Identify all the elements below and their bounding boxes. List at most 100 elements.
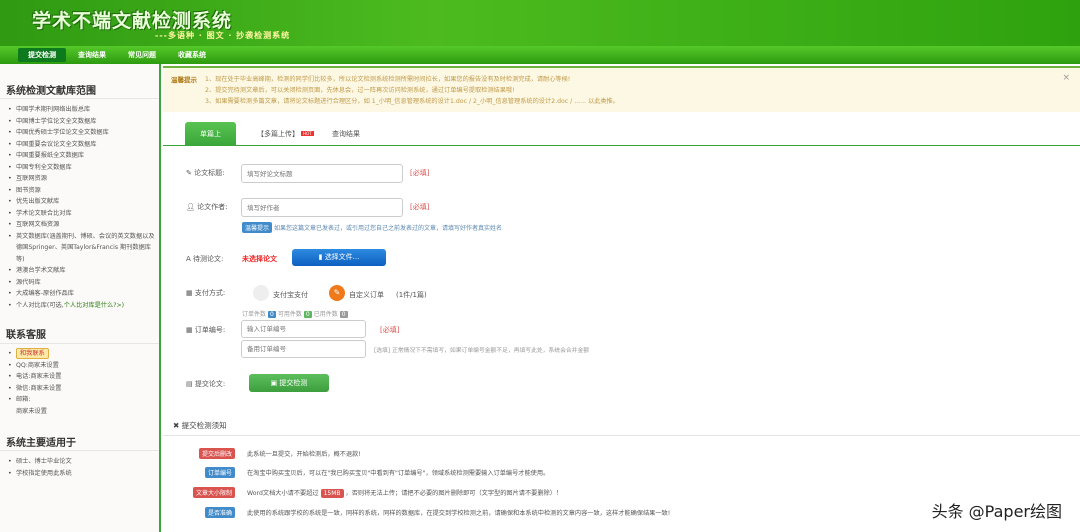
author-input[interactable] — [241, 198, 403, 217]
alipay-radio[interactable] — [253, 285, 269, 301]
author-label-text: 论文作者: — [197, 203, 228, 211]
nav-submit[interactable]: 提交检测 — [18, 48, 66, 62]
email-text: 商家未设置 — [16, 407, 47, 415]
scope-item: 中国专利全文数据库 — [8, 162, 158, 174]
nav-faq[interactable]: 常见问题 — [128, 50, 156, 60]
choose-file-label: 选择文件... — [324, 253, 360, 261]
notice-text: 此使用的系统跟学校的系统是一致，同样的系统，同样的数据库，在提交到学校检测之前，… — [247, 510, 671, 517]
required-tag: [必填] — [410, 169, 430, 177]
scope-item: 中国重要报纸全文数据库 — [8, 150, 158, 162]
alert-line: 2、提交完待测文章后，可以关闭检测页面，先休息会，过一阵再次访问检测系统，通过订… — [205, 87, 515, 94]
scope-item: 中国优秀硕士学位论文全文数据库 — [8, 127, 158, 139]
site-slogan: ---多语种 · 图文 · 抄袭检测系统 — [155, 31, 291, 40]
notice-header: ✖ 提交检测须知 — [163, 414, 1080, 436]
notice-alert: 温馨提示 1、现在处于毕业高峰期，检测的同学们比较多，所以论文检测系统检测所需时… — [163, 66, 1080, 112]
scope-item: 互联网资源 — [8, 173, 158, 185]
grid-icon: ▦ — [186, 289, 195, 297]
scope-item: 中国重要会议论文全文数据库 — [8, 139, 158, 151]
alert-title: 温馨提示 — [171, 76, 197, 84]
notice-badge: 是否准确 — [204, 507, 235, 518]
order-label-text: 订单编号: — [194, 326, 226, 334]
hot-badge: HOT — [301, 131, 314, 136]
watermark: 头条 @Paper绘图 — [931, 502, 1062, 521]
choose-file-button[interactable]: ▮ 选择文件... — [292, 249, 386, 266]
tab-single-upload[interactable]: 单篇上传 — [185, 122, 236, 162]
scope-title: 系统检测文献库范围 — [6, 86, 96, 97]
size-limit-badge: 15MB — [320, 489, 344, 498]
scope-item: 源代码库 — [8, 277, 158, 289]
backup-order-note: [选填] 正常情况下不需填写，如果订单编号金额不足，再填写此处，系统会合并金额 — [374, 348, 590, 354]
scope-item: 中国博士学位论文全文数据库 — [8, 116, 158, 128]
order-counts: 订单件数 0 可用件数 0 已用件数 0 — [242, 309, 350, 318]
submit-check-label: 提交检测 — [279, 379, 308, 387]
nav-bookmark[interactable]: 收藏系统 — [178, 50, 206, 60]
custom-order-radio[interactable]: ✎ — [329, 285, 345, 301]
sidebar: 系统检测文献库范围 中国学术期刊网络出版总库中国博士学位论文全文数据库中国优秀硕… — [0, 64, 161, 532]
file-status: 未选择论文 — [242, 255, 277, 263]
file-label-text: 待测论文: — [193, 255, 224, 263]
hint-text: 如果您这篇文章已发表过，或引用过您自己之前发表过的文章，请填写好作者真实姓名 — [273, 225, 502, 232]
alert-line: 1、现在处于毕业高峰期，检测的同学们比较多，所以论文检测系统检测所需时间拉长，如… — [205, 76, 571, 83]
usage-list: 硕士、博士毕业论文 学校指定使用此系统 — [8, 456, 72, 479]
contact-title: 联系客服 — [6, 330, 46, 341]
notice-badge: 订单编号 — [204, 467, 235, 478]
title-icon: ✎ — [186, 169, 195, 177]
submit-label: ▤ 提交论文: — [186, 379, 225, 389]
count-used-label: 已用件数 — [313, 311, 338, 318]
divider — [0, 98, 159, 99]
scope-item: 大成编客-原创作品库 — [8, 288, 158, 300]
notice-text: Word文档大小请不要超过 15MB ，否则将无法上传；请把不必要的图片删除即可（文… — [247, 488, 562, 498]
scope-item: 学术论文联合比对库 — [8, 208, 158, 220]
upload-tabs: 单篇上传 【多篇上传】 HOT 查询结果 — [163, 120, 1080, 162]
notice-text-part: Word文档大小请不要超过 — [247, 490, 319, 497]
contact-item: 微信:商家未设置 — [8, 383, 61, 395]
contact-item: 邮箱: — [8, 394, 61, 406]
count-avail-value: 0 — [303, 311, 312, 318]
scope-item: 图书资源 — [8, 185, 158, 197]
email-value: 商家未设置 — [8, 406, 61, 418]
order-label: ▦ 订单编号: — [186, 325, 225, 335]
count-used-value: 0 — [339, 311, 348, 318]
usage-title: 系统主要适用于 — [6, 438, 76, 449]
tab-multi-upload[interactable]: 【多篇上传】 HOT — [245, 122, 326, 146]
required-tag: [必填] — [380, 326, 400, 334]
divider — [0, 343, 159, 344]
notice-badge: 提交后删改 — [198, 448, 235, 459]
notice-text: 此系统一旦提交，开始检测后，概不退款! — [247, 451, 361, 458]
notice-text: 在淘宝中购买宝贝后，可以在"我已购买宝贝"中看到有"订单编号"，领域系统检测需要… — [247, 470, 550, 477]
usage-item: 硕士、博士毕业论文 — [8, 456, 72, 468]
author-label: 👤︎ 论文作者: — [186, 202, 227, 212]
notice-badge: 文章大小限制 — [192, 487, 235, 498]
notice-title-text: 提交检测须知 — [181, 421, 227, 430]
list-icon: ▤ — [186, 380, 195, 388]
header: 学术不端文献检测系统 ---多语种 · 图文 · 抄袭检测系统 — [0, 0, 1080, 46]
file-label: A 待测论文: — [186, 254, 223, 264]
title-label-text: 论文标题: — [194, 169, 225, 177]
close-icon[interactable]: × — [1062, 73, 1070, 83]
scope-item-personal: 个人对比库(可选,个人比对库是什么?>) — [8, 300, 158, 312]
usage-item: 学校指定使用此系统 — [8, 468, 72, 480]
tab-query-result[interactable]: 查询结果 — [320, 122, 372, 146]
alert-line: 3、如果需要检测多篇文章，请将论文标题进行合理区分，如 1_小明_信息管理系统的… — [205, 98, 619, 105]
scope-item: 中国学术期刊网络出版总库 — [8, 104, 158, 116]
nav-query[interactable]: 查询结果 — [78, 50, 106, 60]
author-hint: 温馨提示 如果您这篇文章已发表过，或引用过您自己之前发表过的文章，请填写好作者真… — [242, 222, 502, 233]
order-number-input[interactable] — [241, 320, 366, 338]
backup-order-input[interactable] — [241, 340, 366, 358]
notice-row: 提交后删改 此系统一旦提交，开始检测后，概不退款! — [163, 448, 1080, 462]
personal-library-link[interactable]: 个人比对库是什么?>) — [64, 302, 124, 309]
contact-item: QQ:商家未设置 — [8, 360, 61, 372]
qq-contact-button[interactable]: 和我联系 — [16, 348, 49, 359]
scope-list: 中国学术期刊网络出版总库中国博士学位论文全文数据库中国优秀硕士学位论文全文数据库… — [8, 104, 158, 311]
custom-order-label: 自定义订单 — [349, 291, 384, 299]
tab-multi-label: 【多篇上传】 — [257, 130, 299, 138]
personal-text: 个人对比库(可选, — [16, 301, 64, 309]
title-input[interactable] — [241, 164, 403, 183]
count-avail-label: 可用件数 — [277, 311, 302, 318]
grid-icon: ▦ — [186, 326, 195, 334]
submit-label-text: 提交论文: — [194, 380, 226, 388]
font-icon: A — [186, 255, 194, 263]
divider — [0, 450, 159, 451]
title-label: ✎ 论文标题: — [186, 168, 224, 178]
submit-check-button[interactable]: ▣ 提交检测 — [249, 374, 329, 392]
